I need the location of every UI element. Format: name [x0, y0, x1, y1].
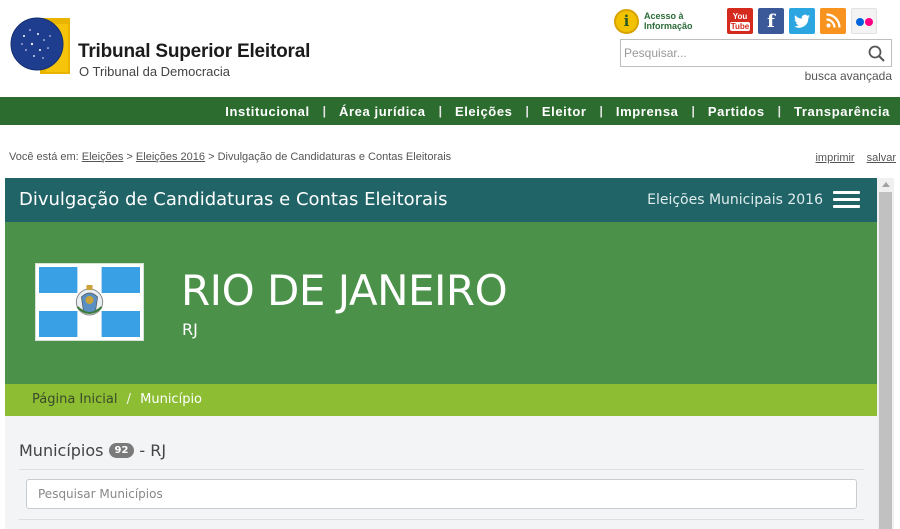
- nav-item-partidos[interactable]: Partidos: [708, 104, 765, 119]
- municipios-heading: Municípios 92 - RJ: [19, 441, 166, 460]
- save-link[interactable]: salvar: [867, 152, 896, 164]
- rss-icon[interactable]: [820, 8, 846, 34]
- app-breadcrumb-separator: /: [126, 392, 131, 407]
- election-label: Eleições Municipais 2016: [647, 192, 823, 208]
- site-search-input[interactable]: [621, 40, 861, 66]
- twitter-bird-icon: [794, 14, 810, 28]
- app-top-bar: Divulgação de Candidaturas e Contas Elei…: [5, 178, 877, 222]
- app-title[interactable]: Divulgação de Candidaturas e Contas Elei…: [19, 189, 447, 210]
- access-info-link[interactable]: i Acesso à Informação: [614, 9, 704, 35]
- divulgacand-app: Divulgação de Candidaturas e Contas Elei…: [5, 178, 877, 529]
- municipios-search-input[interactable]: [27, 480, 856, 508]
- scrollbar[interactable]: [877, 178, 894, 529]
- municipios-search: [26, 479, 857, 509]
- youtube-icon[interactable]: You Tube: [727, 8, 753, 34]
- twitter-icon[interactable]: [789, 8, 815, 34]
- municipios-label: Municípios: [19, 441, 104, 460]
- youtube-label-1: You: [732, 12, 748, 21]
- nav-separator: |: [525, 104, 529, 118]
- breadcrumb-current: Divulgação de Candidaturas e Contas Elei…: [217, 151, 452, 163]
- municipios-count-badge: 92: [108, 443, 135, 458]
- nav-item-eleicoes[interactable]: Eleições: [455, 104, 513, 119]
- breadcrumb-separator: >: [126, 151, 133, 163]
- access-info-line1: Acesso à: [644, 11, 684, 21]
- info-icon: i: [614, 9, 639, 34]
- youtube-label-2: Tube: [730, 22, 750, 31]
- advanced-search-link[interactable]: busca avançada: [805, 69, 892, 83]
- scrollbar-thumb[interactable]: [879, 192, 892, 529]
- site-subtitle: O Tribunal da Democracia: [79, 64, 231, 79]
- rio-de-janeiro-flag-icon: [36, 264, 143, 340]
- search-icon[interactable]: [867, 44, 887, 64]
- nav-item-institucional[interactable]: Institucional: [225, 104, 309, 119]
- hamburger-menu-icon[interactable]: [833, 191, 860, 209]
- nav-item-imprensa[interactable]: Imprensa: [616, 104, 679, 119]
- main-nav: Institucional | Área jurídica | Eleições…: [0, 97, 900, 125]
- flickr-dot-blue: [856, 18, 864, 26]
- nav-item-area-juridica[interactable]: Área jurídica: [339, 104, 426, 119]
- facebook-icon[interactable]: f: [758, 8, 784, 34]
- nav-item-eleitor[interactable]: Eleitor: [542, 104, 587, 119]
- app-breadcrumb-current: Município: [140, 392, 203, 407]
- site-header: Tribunal Superior Eleitoral O Tribunal d…: [0, 0, 900, 97]
- scroll-up-arrow-icon[interactable]: [882, 182, 890, 187]
- breadcrumb-link-eleicoes[interactable]: Eleições: [82, 151, 124, 163]
- site-search: [620, 39, 892, 67]
- state-name: RIO DE JANEIRO: [181, 266, 508, 315]
- divider: [19, 469, 864, 470]
- facebook-glyph: f: [767, 11, 775, 32]
- nav-separator: |: [322, 104, 327, 118]
- breadcrumb: Você está em: Eleições > Eleições 2016 >…: [9, 151, 451, 163]
- print-link[interactable]: imprimir: [815, 152, 854, 164]
- state-hero: RIO DE JANEIRO RJ: [5, 222, 877, 384]
- access-info-line2: Informação: [644, 21, 693, 31]
- nav-separator: |: [599, 104, 603, 118]
- nav-separator: |: [777, 104, 782, 118]
- tse-globe-logo-icon[interactable]: [10, 14, 72, 76]
- nav-item-transparencia[interactable]: Transparência: [794, 104, 890, 119]
- nav-separator: |: [691, 104, 695, 118]
- site-title[interactable]: Tribunal Superior Eleitoral: [78, 41, 310, 63]
- breadcrumb-prefix: Você está em:: [9, 151, 79, 163]
- municipios-uf: - RJ: [139, 441, 167, 460]
- flickr-icon[interactable]: [851, 8, 877, 34]
- app-breadcrumb-home[interactable]: Página Inicial: [32, 392, 117, 407]
- breadcrumb-separator: >: [208, 151, 215, 163]
- breadcrumb-link-eleicoes-2016[interactable]: Eleições 2016: [136, 151, 205, 163]
- rss-symbol-icon: [826, 13, 841, 28]
- page-actions: imprimir salvar: [806, 152, 896, 164]
- divider: [19, 519, 864, 520]
- state-abbreviation: RJ: [182, 320, 198, 339]
- flickr-dot-pink: [865, 18, 873, 26]
- nav-separator: |: [438, 104, 442, 118]
- app-breadcrumb: Página Inicial / Município: [5, 384, 877, 416]
